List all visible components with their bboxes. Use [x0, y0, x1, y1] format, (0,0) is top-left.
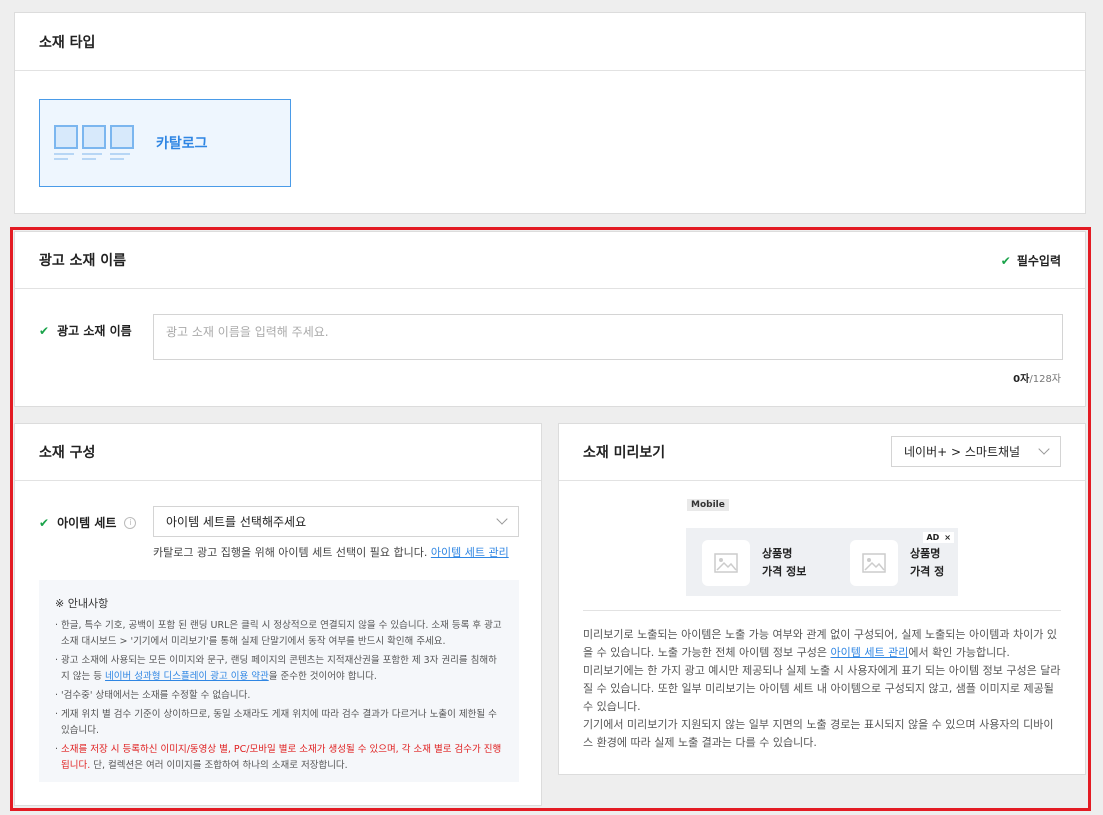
- creative-type-panel: 소재 타입 카탈로그: [14, 12, 1086, 214]
- catalog-icon: [54, 125, 136, 161]
- creative-type-title: 소재 타입: [15, 13, 1085, 71]
- catalog-type-label: 카탈로그: [156, 136, 208, 152]
- highlight-frame: [10, 227, 1091, 811]
- catalog-type-card[interactable]: 카탈로그: [39, 99, 291, 187]
